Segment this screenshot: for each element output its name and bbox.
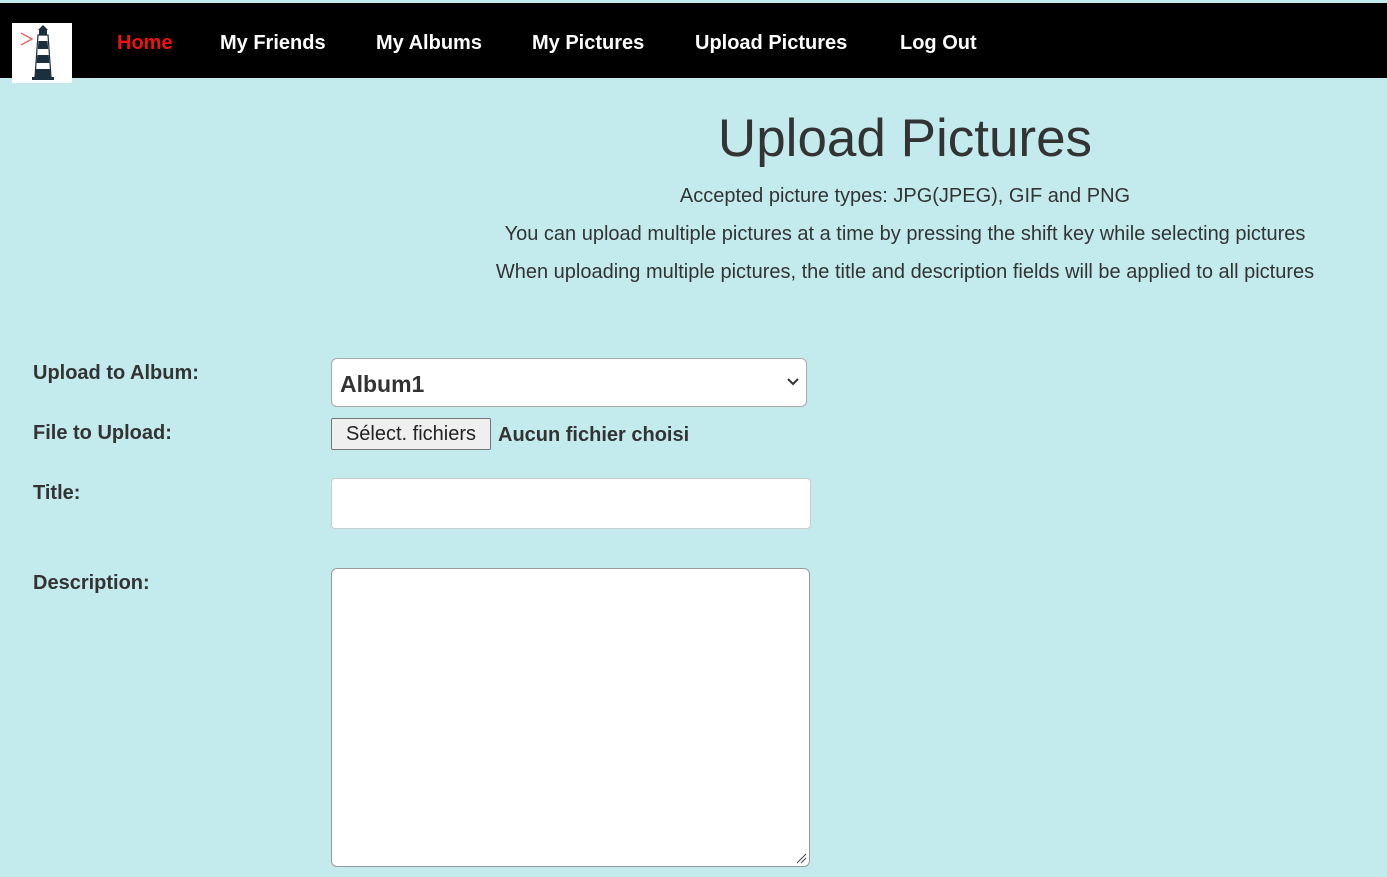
- album-select[interactable]: Album1: [331, 358, 807, 407]
- info-multiple-upload: You can upload multiple pictures at a ti…: [504, 223, 1306, 245]
- lighthouse-logo-icon[interactable]: [12, 23, 72, 83]
- title-input[interactable]: [331, 478, 811, 529]
- select-files-button[interactable]: Sélect. fichiers: [331, 418, 491, 450]
- title-label: Title:: [33, 482, 81, 504]
- nav-home-link[interactable]: Home: [117, 31, 173, 55]
- nav-upload-pictures-link[interactable]: Upload Pictures: [695, 31, 847, 55]
- description-textarea[interactable]: [331, 568, 810, 867]
- resize-handle-icon[interactable]: [795, 852, 807, 864]
- navbar: Home My Friends My Albums My Pictures Up…: [0, 3, 1387, 78]
- nav-my-albums-link[interactable]: My Albums: [376, 31, 482, 55]
- info-accepted-types: Accepted picture types: JPG(JPEG), GIF a…: [679, 185, 1131, 207]
- description-label: Description:: [33, 572, 150, 594]
- info-shared-fields: When uploading multiple pictures, the ti…: [495, 261, 1315, 283]
- album-select-value: Album1: [340, 371, 425, 397]
- file-label: File to Upload:: [33, 422, 172, 444]
- nav-log-out-link[interactable]: Log Out: [900, 31, 977, 55]
- lighthouse-logo-graphic: [20, 25, 54, 80]
- page-title: Upload Pictures: [717, 109, 1093, 168]
- chevron-down-icon: [787, 378, 799, 386]
- album-label: Upload to Album:: [33, 362, 199, 384]
- nav-my-pictures-link[interactable]: My Pictures: [532, 31, 644, 55]
- nav-my-friends-link[interactable]: My Friends: [220, 31, 326, 55]
- file-status-text: Aucun fichier choisi: [498, 424, 690, 446]
